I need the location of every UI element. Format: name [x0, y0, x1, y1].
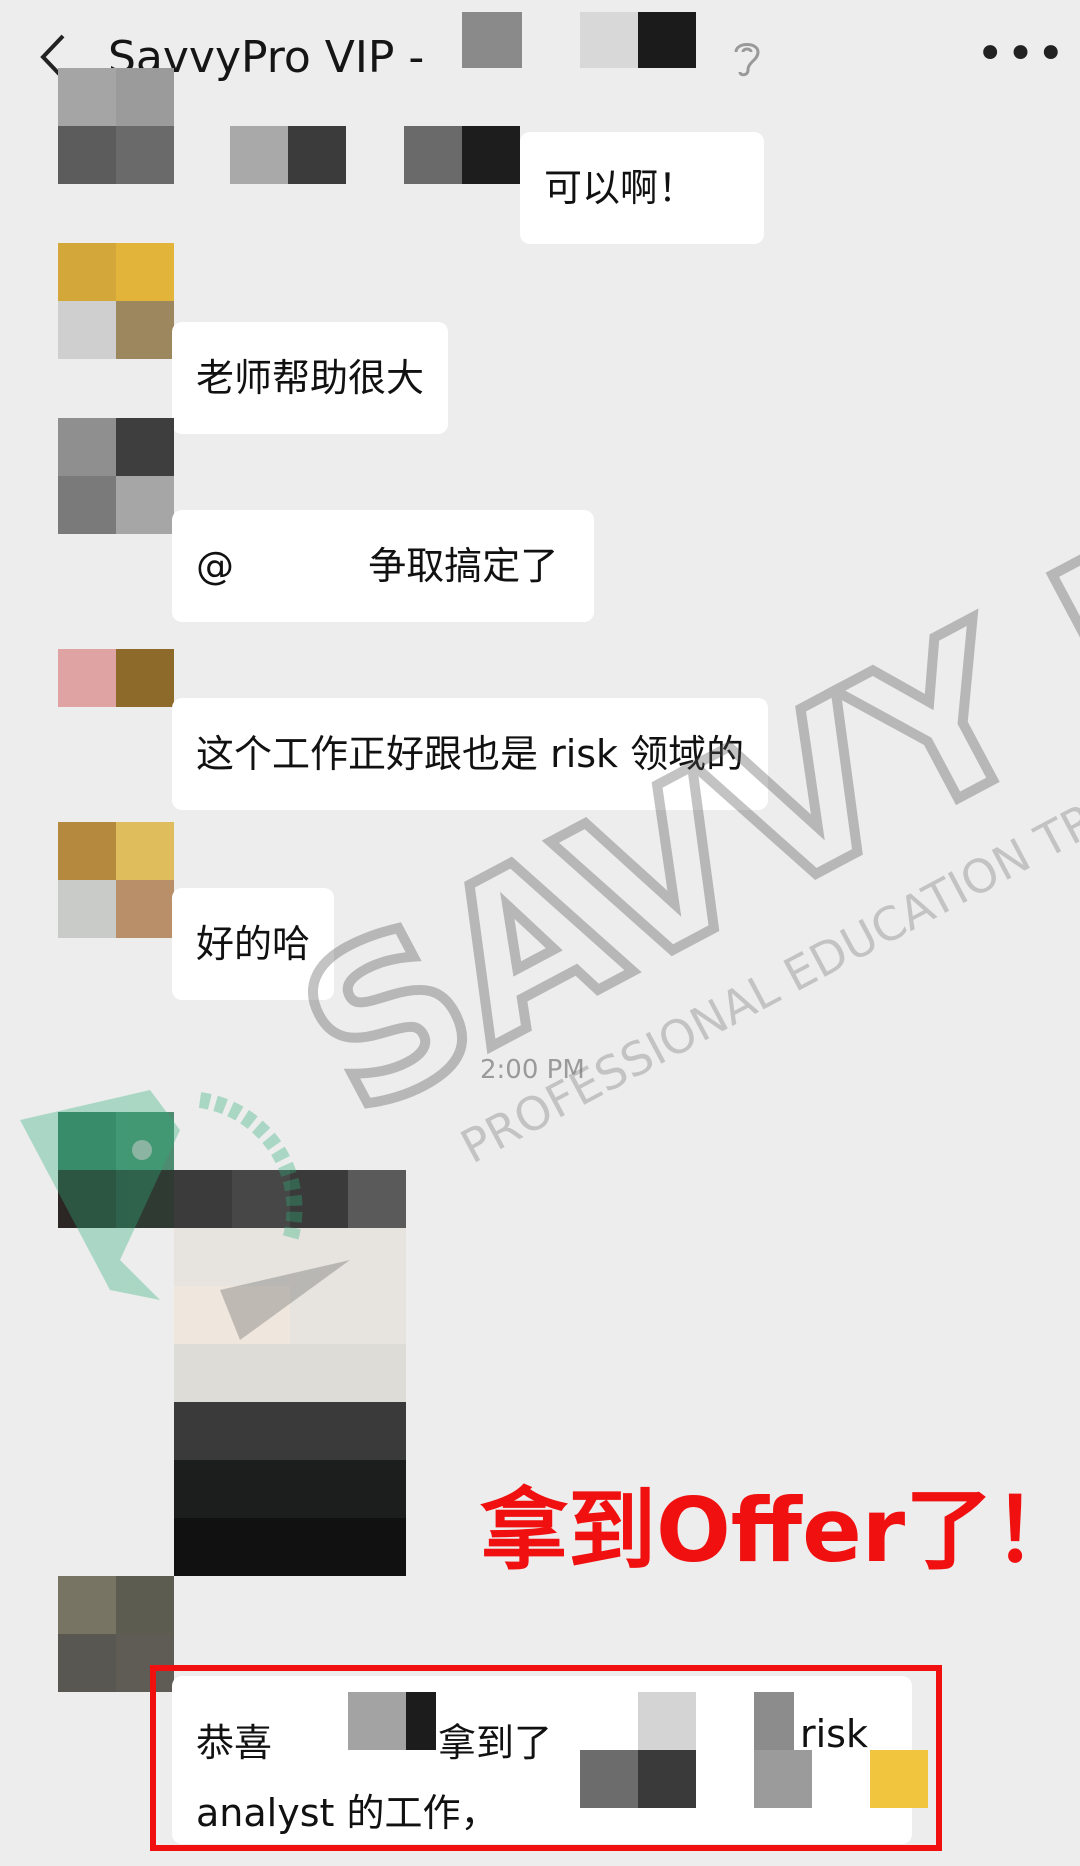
blurred-name	[462, 126, 520, 184]
blurred-title-block	[462, 12, 522, 68]
message-text: 好的哈	[196, 922, 311, 966]
blurred-title-block	[638, 12, 696, 68]
highlight-frame	[150, 1665, 942, 1851]
blurred-name	[230, 126, 288, 184]
ear-icon	[730, 36, 764, 90]
blurred-name	[288, 126, 346, 184]
message-text: 这个工作正好跟也是 risk 领域的	[196, 732, 745, 776]
blurred-title-block	[580, 12, 638, 68]
message-bubble[interactable]: 好的哈	[172, 888, 335, 1000]
timestamp: 2:00 PM	[480, 1055, 585, 1085]
mention-symbol: @	[196, 544, 234, 588]
blurred-name	[404, 126, 462, 184]
message-text: 可以啊！	[544, 166, 697, 210]
offer-annotation: 拿到Offer了！	[480, 1479, 1080, 1582]
message-text: 老师帮助很大	[196, 356, 425, 400]
message-bubble[interactable]: 可以啊！	[520, 132, 764, 244]
message-bubble[interactable]: @ 争取搞定了	[172, 510, 594, 622]
message-bubble[interactable]: 老师帮助很大	[172, 322, 449, 434]
message-text: 争取搞定了	[368, 544, 559, 588]
more-options-button[interactable]: •••	[976, 26, 1067, 82]
message-bubble[interactable]: 这个工作正好跟也是 risk 领域的	[172, 698, 769, 810]
